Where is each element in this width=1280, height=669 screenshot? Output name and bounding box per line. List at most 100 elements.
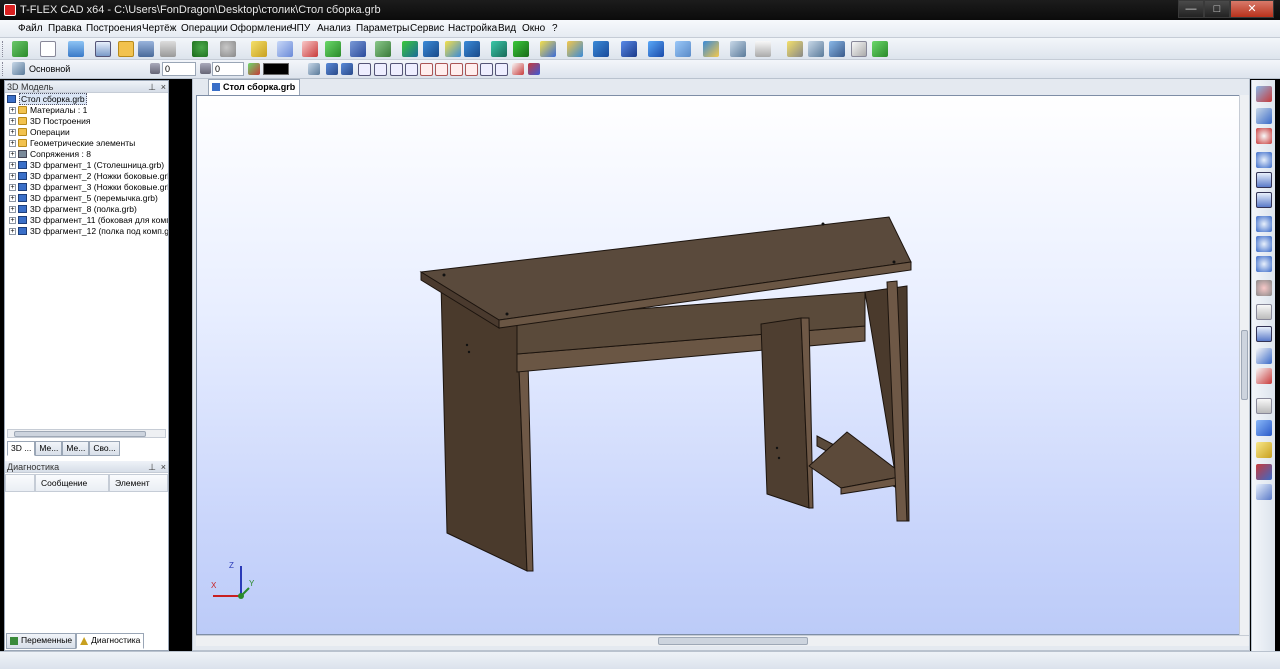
select-mode-4-icon[interactable] — [405, 63, 418, 76]
select-mode-1-icon[interactable] — [358, 63, 371, 76]
pencil-icon[interactable] — [251, 41, 267, 57]
snapshot-icon[interactable] — [872, 41, 888, 57]
redo-icon[interactable] — [220, 41, 236, 57]
pointer-icon[interactable] — [1256, 108, 1272, 124]
tab-3d-model[interactable]: 3D ... — [7, 441, 36, 456]
select-mode-3-icon[interactable] — [390, 63, 403, 76]
select-cube-icon[interactable] — [528, 63, 540, 75]
select-mode-9-icon[interactable] — [480, 63, 493, 76]
fillet-icon[interactable] — [513, 41, 529, 57]
menu-analysis[interactable]: Анализ — [317, 23, 351, 34]
zoom-extents-icon[interactable] — [1256, 192, 1272, 208]
expand-icon[interactable]: + — [9, 140, 16, 147]
workplane-icon[interactable] — [277, 41, 293, 57]
scroll-thumb[interactable] — [14, 431, 146, 437]
viewport-vscrollbar[interactable] — [1239, 95, 1249, 635]
menu-window[interactable]: Окно — [522, 23, 545, 34]
minimize-button[interactable]: — — [1178, 0, 1204, 18]
filter-icon[interactable] — [326, 63, 338, 75]
expand-icon[interactable]: + — [9, 118, 16, 125]
loft-icon[interactable] — [464, 41, 480, 57]
print-preview-icon[interactable] — [1256, 398, 1272, 414]
expand-icon[interactable]: + — [9, 173, 16, 180]
priority-field[interactable]: 0 — [212, 62, 244, 76]
shell-icon[interactable] — [593, 41, 609, 57]
body-icon[interactable] — [648, 41, 664, 57]
expand-icon[interactable]: + — [9, 217, 16, 224]
tree-hscrollbar[interactable] — [7, 429, 166, 438]
menu-cnc[interactable]: ЧПУ — [290, 23, 310, 34]
tab-diagnostics[interactable]: Диагностика — [76, 633, 145, 649]
document-tab[interactable]: Стол сборка.grb — [208, 79, 300, 95]
check-all-icon[interactable] — [1256, 368, 1272, 384]
menu-drawing[interactable]: Чертёж — [142, 23, 176, 34]
fragment-insert-icon[interactable] — [703, 41, 719, 57]
expand-icon[interactable]: + — [9, 162, 16, 169]
select-mode-6-icon[interactable] — [435, 63, 448, 76]
tree-item-fragment-11[interactable]: +3D фрагмент_11 (боковая для компа.g — [9, 215, 168, 226]
sheet-metal-icon[interactable] — [675, 41, 691, 57]
level-field[interactable]: 0 — [162, 62, 196, 76]
new-document-icon[interactable] — [40, 41, 56, 57]
maximize-button[interactable]: □ — [1204, 0, 1230, 18]
chamfer-icon[interactable] — [567, 41, 583, 57]
tab-materials[interactable]: Ме... — [35, 441, 63, 456]
menu-design[interactable]: Оформление — [230, 23, 292, 34]
close-button[interactable]: ✕ — [1230, 0, 1274, 18]
select-mode-5-icon[interactable] — [420, 63, 433, 76]
expand-icon[interactable]: + — [9, 129, 16, 136]
section-icon[interactable] — [1256, 484, 1272, 500]
cube-view-icon[interactable] — [1256, 420, 1272, 436]
measure-icon[interactable] — [730, 41, 746, 57]
table-icon[interactable] — [808, 41, 824, 57]
clip-icon[interactable] — [851, 41, 867, 57]
tab-variables[interactable]: Переменные — [6, 633, 77, 649]
link-icon[interactable] — [829, 41, 845, 57]
zoom-fit-icon[interactable] — [1256, 172, 1272, 188]
boolean-icon[interactable] — [445, 41, 461, 57]
select-mode-2-icon[interactable] — [374, 63, 387, 76]
shaded-cube-icon[interactable] — [1256, 442, 1272, 458]
report-icon[interactable] — [787, 41, 803, 57]
magnet-icon[interactable] — [1256, 128, 1272, 144]
array-icon[interactable] — [540, 41, 556, 57]
tree-item-fragment-2[interactable]: +3D фрагмент_2 (Ножки боковые.grb) — [9, 171, 168, 182]
tree-item-fragment-3[interactable]: +3D фрагмент_3 (Ножки боковые.grb) — [9, 182, 168, 193]
dimension-icon[interactable] — [755, 41, 771, 57]
surface-icon[interactable] — [621, 41, 637, 57]
properties-icon[interactable] — [308, 63, 320, 75]
zoom-in-icon[interactable] — [1256, 216, 1272, 232]
select-mode-7-icon[interactable] — [450, 63, 463, 76]
expand-icon[interactable]: + — [9, 151, 16, 158]
menu-help[interactable]: ? — [552, 23, 558, 34]
expand-icon[interactable]: + — [9, 228, 16, 235]
open-folder-icon[interactable] — [118, 41, 134, 57]
scroll-thumb[interactable] — [1241, 330, 1248, 400]
tab-properties[interactable]: Сво... — [89, 441, 120, 456]
complete-icon[interactable] — [12, 41, 28, 57]
snap-icon[interactable] — [1256, 86, 1272, 102]
zoom-out-icon[interactable] — [1256, 236, 1272, 252]
select-mode-10-icon[interactable] — [495, 63, 508, 76]
expand-icon[interactable]: + — [9, 195, 16, 202]
glasses-icon[interactable] — [1256, 280, 1272, 296]
grid-icon[interactable] — [1256, 326, 1272, 342]
layer-name[interactable]: Основной — [29, 64, 70, 74]
menu-operations[interactable]: Операции — [181, 23, 228, 34]
menu-view[interactable]: Вид — [498, 23, 516, 34]
select-mode-8-icon[interactable] — [465, 63, 478, 76]
node-icon[interactable] — [302, 41, 318, 57]
tree-item-3d-constructions[interactable]: +3D Построения — [9, 116, 90, 127]
select-filter-icon[interactable] — [341, 63, 353, 75]
close-icon[interactable]: × — [161, 81, 166, 93]
print-icon[interactable] — [160, 41, 176, 57]
zoom-previous-icon[interactable] — [1256, 256, 1272, 272]
color-swatch[interactable] — [263, 63, 289, 75]
profile-icon[interactable] — [325, 41, 341, 57]
menu-edit[interactable]: Правка — [48, 23, 82, 34]
tree-item-geometry[interactable]: + Геометрические элементы — [9, 138, 135, 149]
menu-file[interactable]: Файл — [18, 23, 43, 34]
menu-parameters[interactable]: Параметры — [356, 23, 409, 34]
rotation-icon[interactable] — [423, 41, 439, 57]
3d-viewport[interactable]: Z Y X — [196, 95, 1249, 635]
